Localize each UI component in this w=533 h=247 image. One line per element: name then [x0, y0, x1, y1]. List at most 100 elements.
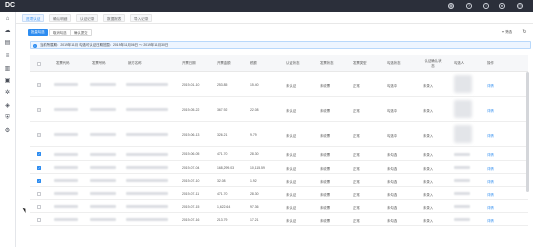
cell-invoice-status: 未收票 [320, 166, 331, 171]
user-icon[interactable]: ● [499, 3, 505, 9]
row-checkbox[interactable] [37, 217, 41, 222]
cancel-check-button[interactable]: 取消勾选 [49, 29, 71, 36]
document-icon[interactable]: ▤ [4, 40, 11, 47]
detail-link[interactable]: 详情 [487, 108, 494, 113]
table-row[interactable]: 2019-05-22 367.92 22.08 未认证 未收票 正常 勾选中 未录入 详情 [30, 97, 528, 122]
filter-button[interactable]: ⏷ 筛选 [499, 29, 515, 36]
cell-issue-date: 2019-06-13 [182, 132, 200, 137]
row-checkbox[interactable]: ✓ [37, 178, 41, 183]
batch-check-button[interactable]: 批量勾选 [28, 29, 48, 36]
redacted-text [90, 166, 116, 169]
settings-icon[interactable]: ✲ [4, 90, 11, 97]
tab-invoice-auth[interactable]: 进项认证 [22, 14, 45, 22]
box-icon[interactable]: ◈ [4, 103, 11, 110]
cell-check-status: 未勾选 [387, 153, 398, 157]
row-checkbox[interactable] [37, 82, 41, 87]
cell-amount: 471.70 [217, 191, 228, 196]
chart-icon[interactable]: ▥ [4, 66, 11, 73]
detail-link[interactable]: 详情 [487, 152, 494, 157]
cell-amount: 32.08 [217, 178, 226, 183]
table-row[interactable]: ✓ 2019-06-05 471.70 28.30 未认证 未收票 正常 未勾选 未录入 详情 [30, 147, 528, 161]
detail-link[interactable]: 详情 [487, 205, 494, 210]
redacted-checker [454, 166, 470, 169]
cell-tax: 97.36 [250, 204, 259, 209]
detail-link[interactable]: 详情 [487, 166, 494, 171]
cell-invoice-status: 未收票 [320, 153, 331, 157]
filter-label: 筛选 [505, 30, 512, 34]
header-invoice-status: 发票状态 [320, 61, 334, 65]
redacted-text [54, 83, 78, 86]
header-auth-status: 认证状态 [286, 61, 300, 65]
cell-confirm-status: 未录入 [423, 192, 434, 197]
cell-tax: 1.92 [250, 178, 257, 183]
detail-link[interactable]: 详情 [487, 179, 494, 184]
vertical-scrollbar[interactable] [526, 72, 529, 192]
cell-auth-status: 未认证 [286, 192, 297, 197]
gear-icon[interactable]: ⚙ [4, 128, 11, 135]
detail-link[interactable]: 详情 [487, 192, 494, 197]
table-row[interactable]: 2019-07-15 1,622.64 97.36 未认证 未收票 正常 未勾选 未录入 详情 [30, 200, 528, 213]
table-row[interactable]: 2019-06-13 326.21 9.79 未认证 未收票 正常 勾选中 未录入 详情 [30, 122, 528, 147]
alert-text: 当前所属期：2019年11月 勾选可认证日期范围：2019年11月06日 ～ 2… [40, 43, 169, 47]
sidebar: ⌂ ☁ ▤ ≡ ▥ ▣ ✲ ◈ ⛨ ⚙ [0, 12, 16, 247]
header-tax: 税额 [250, 61, 257, 65]
cell-check-status: 勾选中 [387, 108, 398, 113]
redacted-text [90, 133, 116, 136]
tab-auth-records[interactable]: 认证记录 [76, 14, 99, 22]
shield-icon[interactable]: ⛨ [4, 115, 11, 122]
detail-link[interactable]: 详情 [487, 83, 494, 88]
redacted-checker [454, 179, 470, 182]
redacted-text [54, 179, 78, 182]
cloud-icon[interactable]: ☁ [4, 28, 11, 35]
refresh-icon[interactable]: ↻ [521, 29, 528, 36]
cell-issue-date: 2019-07-11 [182, 191, 200, 196]
table-row[interactable]: 2019-07-16 213.79 17.21 未认证 未收票 正常 未勾选 未录入 详情 [30, 213, 528, 226]
redacted-checker [454, 152, 470, 156]
home-icon[interactable]: ⌂ [4, 16, 11, 23]
detail-link[interactable]: 详情 [487, 218, 494, 223]
redacted-checker [454, 218, 470, 221]
cell-auth-status: 未认证 [286, 133, 297, 138]
clock-icon[interactable]: ◷ [517, 3, 523, 9]
cell-invoice-type: 正常 [353, 108, 360, 113]
row-checkbox[interactable]: ✓ [37, 165, 41, 170]
tab-import-records[interactable]: 导入记录 [130, 14, 153, 22]
info-icon: i [33, 43, 37, 48]
detail-link[interactable]: 详情 [487, 133, 494, 138]
cell-check-status: 未勾选 [387, 166, 398, 171]
invoice-icon[interactable]: ▣ [4, 78, 11, 85]
tab-confirm-detail[interactable]: 确认明细 [49, 14, 72, 22]
header-seller-name: 销方名称 [128, 61, 142, 65]
cell-invoice-type: 正常 [353, 83, 360, 88]
header-invoice-type: 发票类型 [353, 61, 367, 65]
redacted-text [54, 108, 78, 111]
row-checkbox[interactable] [37, 191, 41, 196]
layers-icon[interactable]: ≡ [4, 53, 11, 60]
redacted-text [126, 179, 168, 182]
table-row[interactable]: 2019-01-10 253.85 15.40 未认证 未收票 正常 勾选中 未录入 详情 [30, 72, 528, 97]
tab-data-report[interactable]: 数据报表 [103, 14, 126, 22]
grid-icon[interactable]: ▦ [448, 3, 454, 9]
cell-invoice-status: 未收票 [320, 179, 331, 184]
cell-check-status: 未勾选 [387, 192, 398, 197]
table-row[interactable]: 2019-07-11 471.70 28.30 未认证 未收票 正常 未勾选 未录入 详情 [30, 187, 528, 200]
info-icon[interactable]: ! [483, 3, 489, 9]
redacted-text [54, 205, 78, 208]
row-checkbox[interactable] [37, 132, 41, 137]
row-checkbox[interactable] [37, 107, 41, 112]
select-all-checkbox[interactable] [37, 61, 41, 66]
cell-invoice-type: 正常 [353, 192, 360, 197]
cell-invoice-type: 正常 [353, 133, 360, 138]
row-checkbox[interactable]: ✓ [37, 152, 41, 156]
row-checkbox[interactable] [37, 204, 41, 209]
table-row[interactable]: ✓ 2019-07-04 168,299.03 10,115.59 未认证 未收票 正常 未勾… [30, 161, 528, 174]
help-icon[interactable]: ? [466, 3, 472, 9]
main-content: 批量勾选 取消勾选 确认提交 ⏷ 筛选 ↻ i 当前所属期：2019年11月 勾… [16, 24, 533, 247]
cell-confirm-status: 未录入 [423, 83, 434, 88]
redacted-text [126, 108, 168, 111]
redacted-text [90, 218, 116, 221]
table-row[interactable]: ✓ 2019-07-10 32.08 1.92 未认证 未收票 正常 未勾选 未录入 详情 [30, 174, 528, 187]
confirm-submit-button[interactable]: 确认提交 [70, 29, 92, 36]
redacted-text [90, 205, 116, 208]
table-header: 发票代码 发票号码 销方名称 开票日期 开票金额 税额 认证状态 发票状态 发票… [30, 55, 528, 72]
